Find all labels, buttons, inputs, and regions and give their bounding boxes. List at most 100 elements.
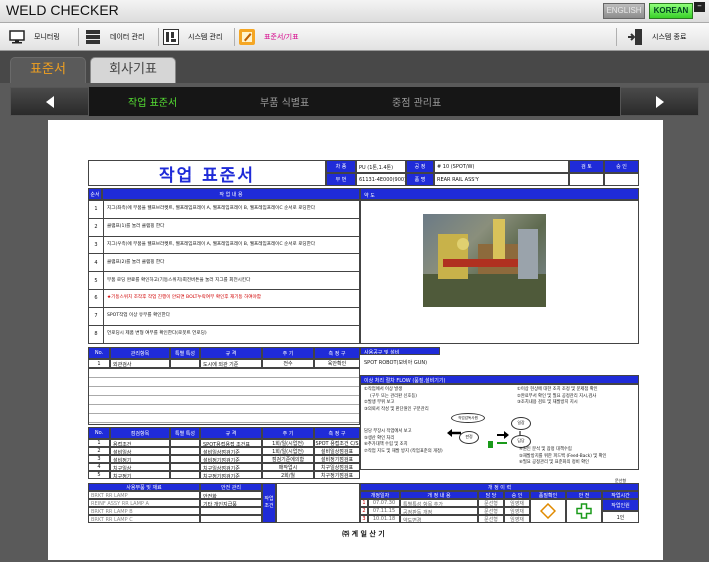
- step-text-warning: ★기동스위치 조작후 작업 진행이 안되면 BOLT누락여부 확인후 재기동 하…: [103, 290, 361, 307]
- menu-standards[interactable]: 표준서/기표: [238, 26, 299, 48]
- check-cell: 설비일상: [110, 447, 170, 455]
- menu-data[interactable]: 데이터 관리: [84, 26, 144, 48]
- minimize-icon[interactable]: –: [694, 2, 705, 12]
- mgmt-cell: 도시에 외관 기준: [200, 359, 262, 368]
- step-row: 4 클램프(2)를 눌러 클램핑 한다: [89, 254, 361, 273]
- check-cell: 점검기준에의함: [262, 455, 314, 463]
- mgmt-cell: 전수: [262, 359, 314, 368]
- tab-standards[interactable]: 표준서: [10, 57, 86, 84]
- drawing-area: [360, 200, 639, 344]
- mgmt-head: No.: [88, 347, 110, 359]
- menu-divider: [234, 28, 235, 46]
- menu-data-label: 데이터 관리: [110, 33, 145, 41]
- part-cell: REINF ASSY RR LAMP A: [88, 499, 200, 507]
- header-value: 61131-4E000(900): [356, 173, 406, 186]
- menu-exit-label: 시스템 종료: [652, 33, 687, 41]
- revision-desc: 특별특성 항목 추가: [400, 499, 478, 507]
- step-text: 부품 로딩 완료를 확인하고(기동스위치)회전버튼을 눌러 지그를 회전시킨다: [103, 272, 361, 289]
- work-staff-label: 작업인원: [602, 499, 639, 511]
- menu-bar: 모니터링 데이터 관리 시스템 관리 표준서/기표 시스템 종료: [0, 23, 709, 51]
- steps-no-head: 순서: [88, 188, 102, 200]
- header-value: # 10 (SPOT/W): [434, 160, 569, 173]
- main-panel: 작업 표준서 부품 식별표 중점 관리표 작업 표준서 차 종 PU (1톤,1…: [0, 83, 709, 562]
- document-edit-icon: [238, 28, 256, 46]
- next-button[interactable]: [620, 87, 699, 116]
- mgmt-head: 관리항목: [110, 347, 170, 359]
- check-cell: 1: [88, 439, 110, 447]
- step-no: 6: [94, 295, 98, 302]
- arrow-right-icon: [655, 95, 664, 108]
- step-text: 클램프(2)를 눌러 클램핑 한다: [103, 254, 361, 272]
- menu-system-label: 시스템 관리: [188, 33, 223, 41]
- menu-system[interactable]: 시스템 관리: [162, 26, 222, 48]
- revision-by: 문선형: [478, 499, 504, 507]
- header-label: 품 명: [406, 173, 434, 186]
- menu-standards-label: 표준서/기표: [264, 33, 299, 41]
- check-cell: 5: [88, 471, 110, 479]
- revision-head: 승 인: [504, 491, 530, 499]
- flow-step: ①이상 현상에 대한 조치 조정 및 문제점 확인: [517, 387, 598, 392]
- mgmt-head: 특별 특성: [170, 347, 200, 359]
- part-cell: BRKT RR LAMP C: [88, 515, 200, 523]
- flow-area: ①작업에서 이상 발생 (구두 또는 관리판 신호등) ②발생 부위 보고 ③의…: [360, 384, 639, 470]
- prev-button[interactable]: [10, 87, 89, 116]
- step-row: 8 언로딩시 제품 변형 여부를 확인한다(로봇트 언로딩): [89, 325, 361, 344]
- check-cell: 1회/일(시업전): [262, 447, 314, 455]
- step-text: SPOT작업 이상 유무를 확인한다: [103, 307, 361, 325]
- step-row: 3 지그(우측)에 부품을 웰프브라켓트, 웰프레임프레이 A, 웰프레임프레이 …: [89, 236, 361, 255]
- check-head: 특별 특성: [170, 427, 200, 439]
- monitor-icon: [8, 28, 26, 46]
- step-no: 8: [94, 331, 98, 338]
- nav-work-standard[interactable]: 작업 표준서: [128, 94, 177, 109]
- check-head: No.: [88, 427, 110, 439]
- title-bar: WELD CHECKER ENGLISH KOREAN –: [0, 0, 709, 23]
- mgmt-head: 주 기: [262, 347, 314, 359]
- check-cell: 치구일상: [110, 463, 170, 471]
- exit-icon: [626, 28, 644, 46]
- flow-step: ⑦작업 지도 및 재발 방지 (작업표준의 개정): [364, 448, 443, 454]
- mgmt-empty-rows: [88, 368, 360, 425]
- document-viewer[interactable]: 작업 표준서 차 종 PU (1톤,1.4톤) 공 정 # 10 (SPOT/W…: [48, 120, 663, 560]
- flow-step: ③의뢰서 작성 및 판단원인 구분관리: [364, 406, 429, 412]
- mgmt-cell: 육안확인: [314, 359, 360, 368]
- korean-button[interactable]: KOREAN: [649, 3, 693, 19]
- menu-exit[interactable]: 시스템 종료: [626, 26, 686, 48]
- header-value: REAR RAIL ASS'Y: [434, 173, 569, 186]
- doc-title-box: 작업 표준서: [88, 160, 326, 186]
- document-nav-bar: 작업 표준서 부품 식별표 중점 관리표: [10, 87, 699, 116]
- flow-left-steps: ①작업에서 이상 발생 (구두 또는 관리판 신호등) ②발생 부위 보고 ③의…: [364, 387, 429, 413]
- arrow-left-icon: [45, 95, 54, 108]
- step-text: 지그(좌측)에 부품을 웰프브라켓트, 웰프레임프레이 A, 웰프레임프레이 B…: [103, 201, 361, 218]
- revision-no: 3: [360, 515, 368, 523]
- revision-head: 작업시간: [602, 491, 639, 499]
- tab-company-forms[interactable]: 회사기표: [90, 57, 176, 84]
- work-cond-box: [276, 483, 360, 523]
- work-staff-value: 1인: [602, 511, 639, 523]
- check-cell: 치구일상점검기준: [200, 463, 262, 471]
- menu-divider: [616, 28, 617, 46]
- review-label: 검 토: [569, 160, 604, 173]
- check-head: 측 정 구: [314, 427, 360, 439]
- check-cell: 3: [88, 455, 110, 463]
- tab-row: 표준서 회사기표: [0, 51, 709, 84]
- approver-name: 문선형: [614, 477, 627, 483]
- approve-label: 승 인: [604, 160, 639, 173]
- check-cell: 1회/일(시업전): [262, 439, 314, 447]
- nav-part-id[interactable]: 부품 식별표: [260, 94, 309, 109]
- check-cell: 설비정기점검표: [314, 455, 360, 463]
- header-label: 차 종: [326, 160, 356, 173]
- step-row: 6 ★기동스위치 조작후 작업 진행이 안되면 BOLT누락여부 확인후 재기동 …: [89, 290, 361, 308]
- flow-right-steps-lower: ④원인 분석 및 잠정 대책수립 ⑤재발방지를 위한 피드백 (Feed-Bac…: [519, 447, 607, 467]
- parts-head: 사용부품 및 재료: [88, 483, 200, 491]
- check-cell: [170, 439, 200, 447]
- menu-monitoring[interactable]: 모니터링: [8, 26, 60, 48]
- check-cell: [170, 463, 200, 471]
- approve-sign-box: [604, 173, 639, 186]
- nav-key-control[interactable]: 중점 관리표: [392, 94, 441, 109]
- check-cell: 치구정기점검기준: [200, 471, 262, 479]
- mgmt-head: 규 격: [200, 347, 262, 359]
- revision-head: 담 당: [478, 491, 504, 499]
- english-button[interactable]: ENGLISH: [603, 3, 645, 19]
- check-head: 규 격: [200, 427, 262, 439]
- equip-value: SPOT ROBOT(모비아 GUN): [360, 355, 639, 369]
